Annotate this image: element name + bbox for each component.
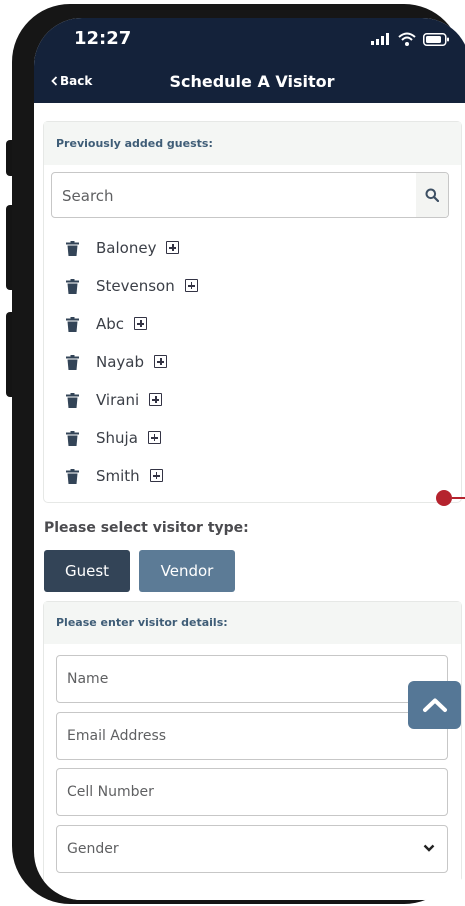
guest-name: Virani bbox=[96, 391, 163, 409]
guest-search-input[interactable]: Search bbox=[51, 172, 449, 218]
wifi-icon bbox=[398, 32, 416, 46]
chevron-up-icon bbox=[422, 698, 447, 712]
trash-icon[interactable] bbox=[66, 431, 79, 446]
name-field[interactable]: Name bbox=[56, 655, 448, 703]
app-screen: 12:27 Back Schedule A Visitor Previously… bbox=[34, 18, 465, 900]
guest-name-text: Nayab bbox=[96, 353, 145, 371]
guest-name: Shuja bbox=[96, 429, 161, 447]
guest-search-placeholder: Search bbox=[62, 187, 114, 205]
scroll-to-top-button[interactable] bbox=[408, 681, 461, 729]
indicator-line bbox=[452, 497, 465, 499]
phone-frame: 12:27 Back Schedule A Visitor Previously… bbox=[12, 4, 465, 904]
add-guest-icon[interactable] bbox=[147, 431, 161, 444]
indicator-dot bbox=[436, 490, 452, 506]
previous-guests-card: Previously added guests: Search Baloney bbox=[43, 121, 462, 503]
guest-name: Smith bbox=[96, 467, 163, 485]
add-guest-icon[interactable] bbox=[134, 317, 148, 330]
previous-guests-heading: Previously added guests: bbox=[44, 122, 461, 165]
guest-name-text: Stevenson bbox=[96, 277, 175, 295]
guest-name: Abc bbox=[96, 315, 148, 333]
visitor-type-label: Please select visitor type: bbox=[44, 520, 249, 536]
gender-placeholder: Gender bbox=[67, 841, 119, 857]
guest-name-text: Abc bbox=[96, 315, 125, 333]
gender-select[interactable]: Gender bbox=[56, 825, 448, 873]
guest-name-text: Baloney bbox=[96, 239, 157, 257]
guest-name: Baloney bbox=[96, 239, 180, 257]
cell-number-placeholder: Cell Number bbox=[67, 784, 154, 800]
add-guest-icon[interactable] bbox=[149, 393, 163, 406]
add-guest-icon[interactable] bbox=[184, 279, 198, 292]
add-guest-icon[interactable] bbox=[166, 241, 180, 254]
trash-icon[interactable] bbox=[66, 317, 79, 332]
battery-icon bbox=[423, 32, 449, 46]
guest-name-text: Shuja bbox=[96, 429, 138, 447]
guest-name-text: Smith bbox=[96, 467, 140, 485]
guest-name-text: Virani bbox=[96, 391, 140, 409]
guest-name: Stevenson bbox=[96, 277, 198, 295]
search-button[interactable] bbox=[416, 173, 448, 217]
cellular-icon bbox=[371, 33, 389, 45]
add-guest-icon[interactable] bbox=[149, 469, 163, 482]
status-icons bbox=[371, 30, 450, 48]
trash-icon[interactable] bbox=[66, 241, 79, 256]
search-icon bbox=[425, 188, 439, 202]
vendor-type-button[interactable]: Vendor bbox=[139, 550, 235, 592]
email-placeholder: Email Address bbox=[67, 728, 167, 744]
cell-number-field[interactable]: Cell Number bbox=[56, 768, 448, 816]
trash-icon[interactable] bbox=[66, 279, 79, 294]
status-time: 12:27 bbox=[74, 28, 132, 49]
guest-name: Nayab bbox=[96, 353, 168, 371]
visitor-details-heading: Please enter visitor details: bbox=[44, 602, 461, 644]
name-placeholder: Name bbox=[67, 671, 109, 687]
guest-type-button[interactable]: Guest bbox=[44, 550, 130, 592]
page-title: Schedule A Visitor bbox=[169, 72, 335, 91]
trash-icon[interactable] bbox=[66, 393, 79, 408]
trash-icon[interactable] bbox=[66, 469, 79, 484]
email-field[interactable]: Email Address bbox=[56, 712, 448, 760]
chevron-down-icon bbox=[423, 844, 435, 852]
header-bar: 12:27 Back Schedule A Visitor bbox=[34, 18, 465, 103]
add-guest-icon[interactable] bbox=[154, 355, 168, 368]
trash-icon[interactable] bbox=[66, 355, 79, 370]
